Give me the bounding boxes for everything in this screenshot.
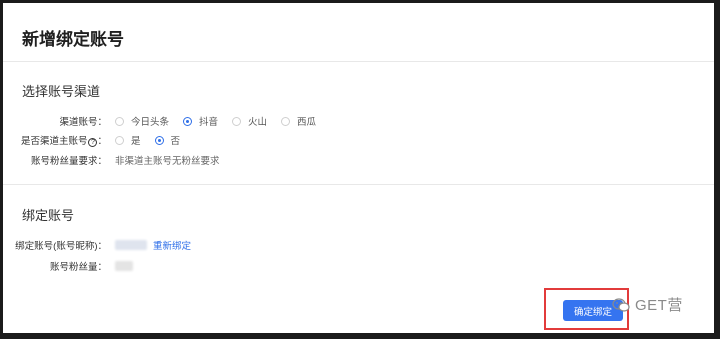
main-account-label: 是否渠道主账号?：: [20, 136, 107, 147]
radio-icon[interactable]: [115, 116, 124, 126]
fan-requirement-label: 账号粉丝量要求：: [30, 156, 107, 167]
channel-label: 渠道账号：: [59, 117, 107, 128]
rebind-link[interactable]: 重新绑定: [153, 238, 191, 252]
channel-option-toutiao[interactable]: 今日头条: [115, 114, 169, 128]
radio-checked-icon[interactable]: [183, 116, 193, 126]
blurred-fan-count: [115, 261, 133, 271]
option-label: 西瓜: [297, 117, 317, 128]
channel-option-xigua[interactable]: 西瓜: [281, 114, 316, 128]
radio-icon[interactable]: [115, 135, 124, 145]
fan-count-label: 账号粉丝量：: [49, 262, 107, 273]
channel-option-huoshan[interactable]: 火山: [232, 114, 267, 128]
option-label: 否: [170, 136, 181, 147]
fan-requirement-value: 非渠道主账号无粉丝要求: [115, 156, 220, 167]
dialog-panel: 新增绑定账号 选择账号渠道 渠道账号： 今日头条 抖音 火山 西瓜 是否渠道主账…: [3, 3, 714, 333]
channel-row: 渠道账号： 今日头条 抖音 火山 西瓜: [3, 112, 330, 130]
option-label: 今日头条: [131, 117, 170, 128]
divider: [3, 61, 714, 62]
watermark-text: GET营: [635, 297, 683, 314]
channel-option-douyin[interactable]: 抖音: [183, 114, 218, 128]
section-title-channel: 选择账号渠道: [22, 84, 101, 99]
main-account-option-no[interactable]: 否: [154, 133, 181, 147]
option-label: 火山: [248, 117, 268, 128]
main-account-row: 是否渠道主账号?： 是 否: [3, 131, 194, 149]
option-label: 抖音: [199, 117, 219, 128]
option-label: 是: [131, 136, 141, 147]
watermark: GET营: [612, 294, 683, 315]
radio-checked-icon[interactable]: [154, 135, 164, 145]
divider: [3, 184, 714, 185]
fan-requirement-row: 账号粉丝量要求： 非渠道主账号无粉丝要求: [3, 151, 220, 169]
page-title: 新增绑定账号: [22, 30, 124, 49]
fan-count-row: 账号粉丝量：: [3, 257, 133, 275]
radio-icon[interactable]: [232, 116, 242, 126]
section-title-bind: 绑定账号: [22, 208, 75, 223]
bound-account-label: 绑定账号(账号昵称)：: [15, 241, 107, 252]
radio-icon[interactable]: [281, 116, 291, 126]
bound-account-row: 绑定账号(账号昵称)： 重新绑定: [3, 236, 191, 254]
blurred-account-name: [115, 240, 147, 250]
main-account-option-yes[interactable]: 是: [115, 133, 141, 147]
wechat-icon: [612, 297, 630, 312]
